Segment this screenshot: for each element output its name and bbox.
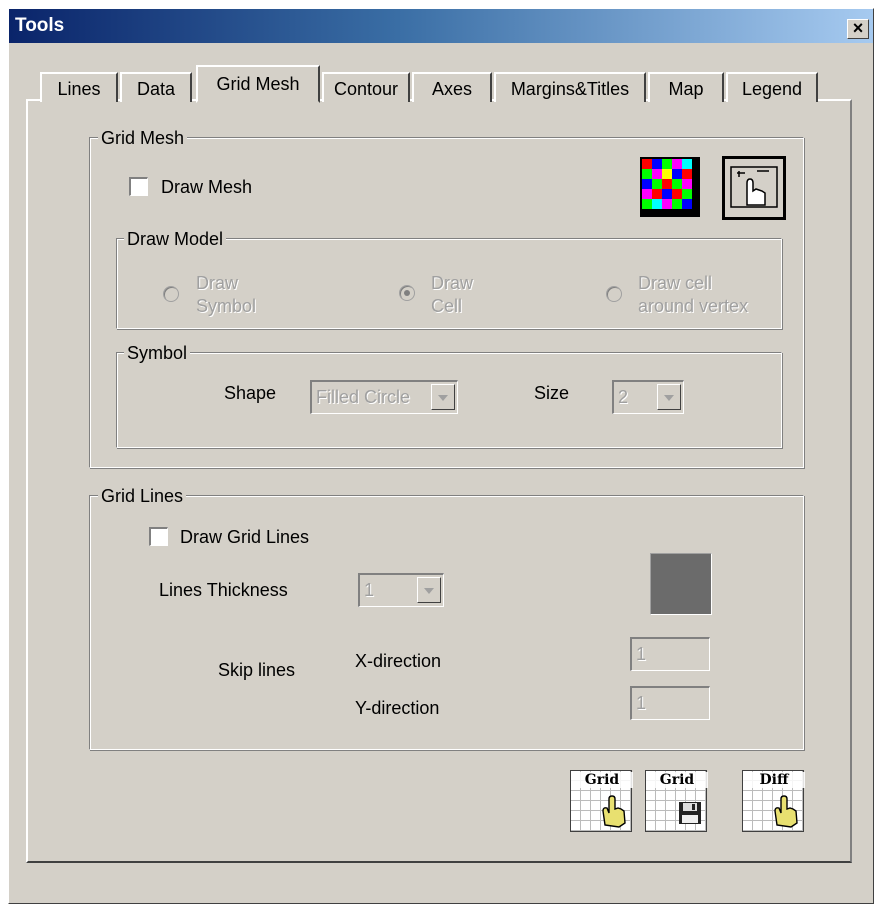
draw-mesh-checkbox[interactable] xyxy=(129,177,148,196)
skip-lines-label: Skip lines xyxy=(218,660,296,680)
title-bar[interactable]: Tools × xyxy=(9,9,873,43)
grid-save-button[interactable]: Grid xyxy=(645,770,708,832)
shape-label: Shape xyxy=(224,383,277,403)
tab-contour[interactable]: Contour xyxy=(322,72,410,102)
draw-model-group-label: Draw Model xyxy=(124,229,227,249)
tab-grid-mesh[interactable]: Grid Mesh xyxy=(196,65,320,103)
tab-label: Axes xyxy=(431,79,473,99)
tab-label: Lines xyxy=(57,79,101,99)
draw-cell-around-vertex-label: Draw cell around vertex xyxy=(638,272,748,318)
tab-data[interactable]: Data xyxy=(120,72,192,102)
draw-cell-label: Draw Cell xyxy=(431,272,473,318)
tab-label: Grid Mesh xyxy=(216,74,300,94)
size-select[interactable]: 2 xyxy=(612,380,684,414)
y-direction-value: 1 xyxy=(636,693,647,713)
color-palette-icon-graphic xyxy=(640,157,700,217)
x-direction-input[interactable]: 1 xyxy=(630,637,710,671)
hand-pointer-icon xyxy=(602,795,626,828)
draw-symbol-label-line1: Draw xyxy=(196,273,239,293)
chevron-down-icon[interactable] xyxy=(417,577,441,603)
tab-label: Margins&Titles xyxy=(510,79,630,99)
x-direction-label: X-direction xyxy=(355,651,442,671)
draw-grid-lines-checkbox[interactable] xyxy=(149,527,168,546)
lines-thickness-value: 1 xyxy=(364,580,375,600)
grid-mesh-group-label: Grid Mesh xyxy=(98,128,188,148)
lines-thickness-select[interactable]: 1 xyxy=(358,573,444,607)
y-direction-input[interactable]: 1 xyxy=(630,686,710,720)
draw-grid-lines-label: Draw Grid Lines xyxy=(180,527,310,547)
shape-select-value: Filled Circle xyxy=(316,387,411,407)
chevron-down-icon[interactable] xyxy=(657,384,681,410)
tab-map[interactable]: Map xyxy=(648,72,724,102)
floppy-disk-icon xyxy=(679,802,701,824)
tab-lines[interactable]: Lines xyxy=(40,72,118,102)
grid-line-color-swatch[interactable] xyxy=(650,553,712,615)
draw-cell-radio[interactable] xyxy=(399,285,415,301)
draw-cell-around-vertex-label-line1: Draw cell xyxy=(638,273,713,293)
window-title: Tools xyxy=(15,15,65,36)
grid-save-button-label: Grid xyxy=(646,772,708,788)
size-select-value: 2 xyxy=(618,387,629,407)
draw-cell-around-vertex-label-line2: around vertex xyxy=(638,296,749,316)
diff-select-button-label: Diff xyxy=(743,772,805,788)
hand-pointer-icon xyxy=(774,795,798,828)
draw-symbol-label: Draw Symbol xyxy=(196,272,256,318)
tab-label: Data xyxy=(136,79,176,99)
tab-label: Map xyxy=(668,79,704,99)
tab-label: Legend xyxy=(741,79,803,99)
grid-select-button-label: Grid xyxy=(571,772,633,788)
size-label: Size xyxy=(534,383,570,403)
symbol-group-label: Symbol xyxy=(124,343,191,363)
lines-thickness-label: Lines Thickness xyxy=(159,580,288,600)
draw-cell-label-line2: Cell xyxy=(431,296,463,316)
draw-mesh-label: Draw Mesh xyxy=(161,177,253,197)
chevron-down-icon[interactable] xyxy=(431,384,455,410)
draw-cell-around-vertex-radio[interactable] xyxy=(606,286,622,302)
x-direction-value: 1 xyxy=(636,644,647,664)
tab-label: Contour xyxy=(333,79,399,99)
grid-lines-group-label: Grid Lines xyxy=(98,486,187,506)
close-button[interactable]: × xyxy=(847,19,869,39)
draw-symbol-radio[interactable] xyxy=(163,286,179,302)
tab-axes[interactable]: Axes xyxy=(412,72,492,102)
apply-hand-icon[interactable] xyxy=(722,156,786,220)
draw-symbol-label-line2: Symbol xyxy=(196,296,257,316)
tab-legend[interactable]: Legend xyxy=(726,72,818,102)
draw-cell-label-line1: Draw xyxy=(431,273,474,293)
grid-select-button[interactable]: Grid xyxy=(570,770,633,832)
y-direction-label: Y-direction xyxy=(355,698,440,718)
shape-select[interactable]: Filled Circle xyxy=(310,380,458,414)
diff-select-button[interactable]: Diff xyxy=(742,770,805,832)
color-palette-icon[interactable] xyxy=(640,157,700,217)
apply-hand-icon-graphic xyxy=(725,159,783,217)
tab-margins-titles[interactable]: Margins&Titles xyxy=(494,72,646,102)
